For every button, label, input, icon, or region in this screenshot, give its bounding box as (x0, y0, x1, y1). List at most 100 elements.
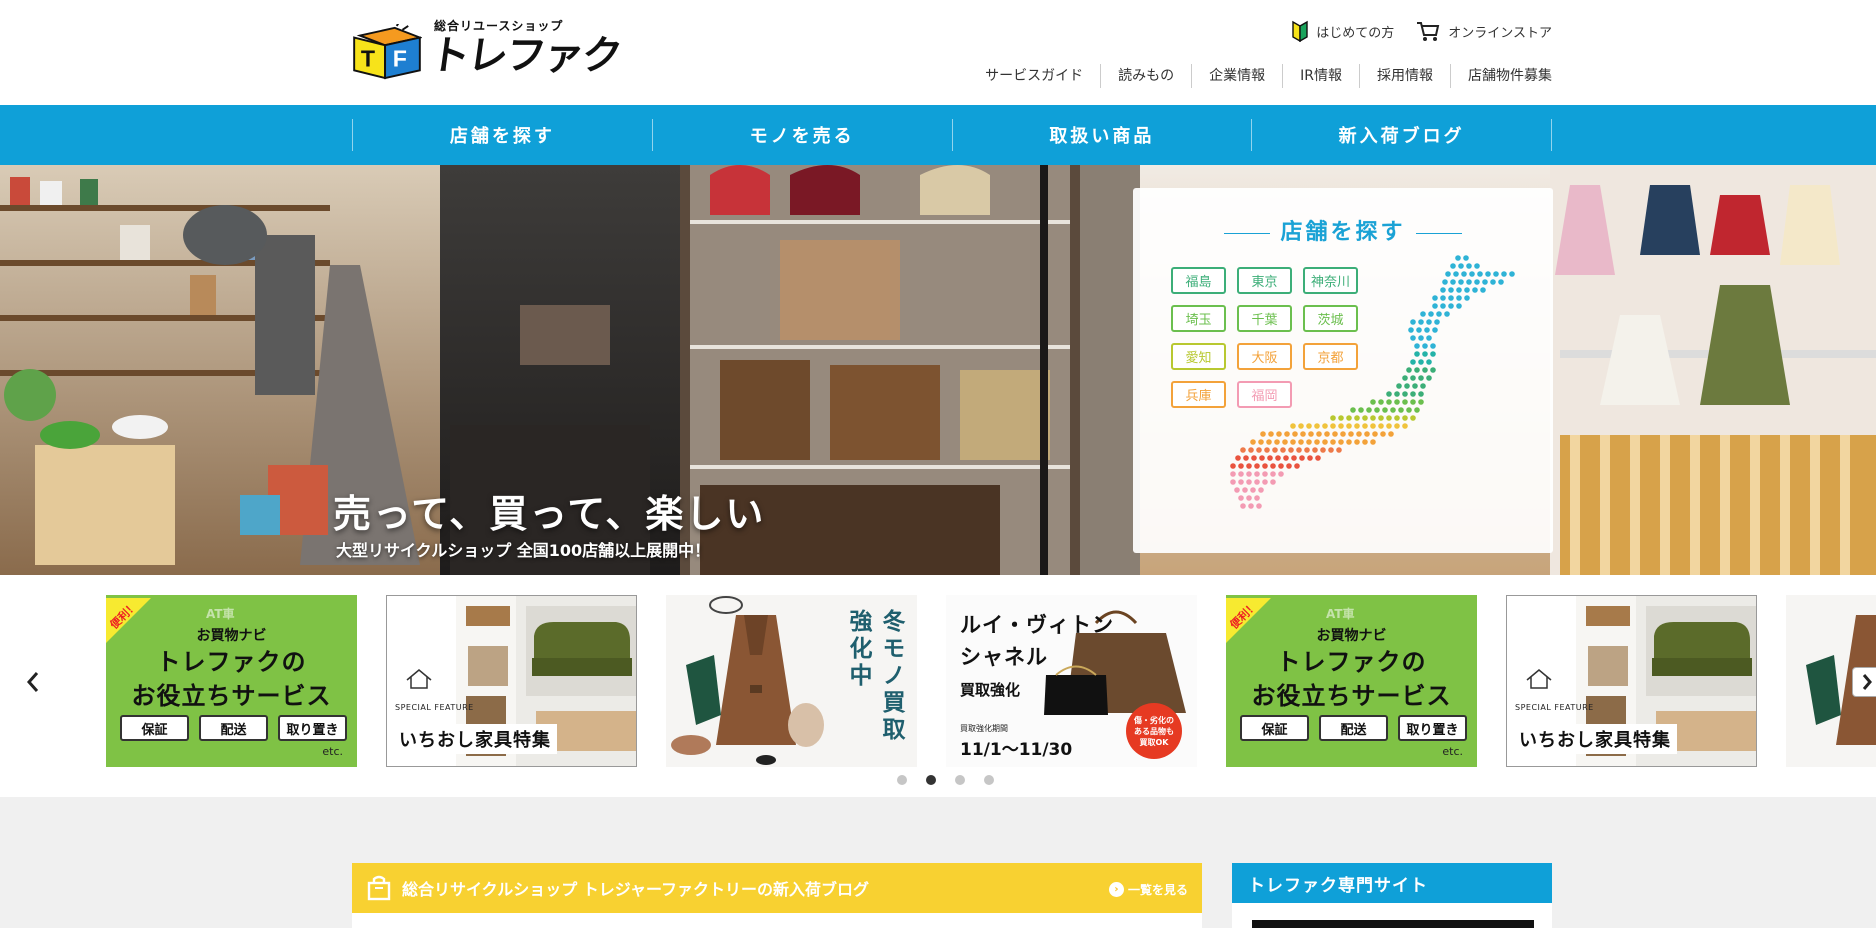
pagination-dot[interactable] (926, 775, 936, 785)
map-dot (1422, 367, 1428, 373)
slide-headline: いちおし家具特集 (393, 724, 557, 754)
map-dot (1386, 415, 1392, 421)
map-dot (1490, 279, 1496, 285)
map-dot (1330, 423, 1336, 429)
tag-hold: 取り置き (278, 715, 347, 741)
map-dot (1268, 431, 1274, 437)
brand-line-1: ルイ・ヴィトン (960, 613, 1114, 637)
map-dot (1458, 279, 1464, 285)
nav-store-property[interactable]: 店舗物件募集 (1450, 64, 1552, 88)
nav-recruit[interactable]: 採用情報 (1359, 64, 1450, 88)
site-logo[interactable]: T F 総合リユースショップ トレファク (350, 14, 623, 82)
carousel-next-button[interactable] (1852, 667, 1876, 697)
pagination-dot[interactable] (984, 775, 994, 785)
map-dot (1402, 391, 1408, 397)
pagination-dot[interactable] (897, 775, 907, 785)
map-dot (1328, 447, 1334, 453)
map-dot (1420, 383, 1426, 389)
map-dot (1464, 295, 1470, 301)
map-dot (1258, 439, 1264, 445)
map-dot (1469, 271, 1475, 277)
gnav-new-arrivals-blog[interactable]: 新入荷ブログ (1251, 119, 1552, 151)
map-dot (1316, 431, 1322, 437)
slide-winter-buyback[interactable]: 冬モノ買取 強化中 (666, 595, 917, 767)
map-dot (1450, 263, 1456, 269)
map-dot (1230, 479, 1236, 485)
gnav-find-store[interactable]: 店舗を探す (352, 119, 652, 151)
map-dot (1370, 415, 1376, 421)
map-dot (1378, 415, 1384, 421)
blog-view-all-link[interactable]: › 一覧を見る (1108, 881, 1188, 898)
beginner-link[interactable]: はじめての方 (1292, 20, 1394, 42)
map-dot (1356, 431, 1362, 437)
slide-furniture-feature[interactable]: SPECIAL FEATURE いちおし家具特集 (1506, 595, 1757, 767)
map-dot (1254, 495, 1260, 501)
winter-text-main: 冬モノ買取 (878, 609, 904, 744)
store-finder-panel: 店舗を探す 福島 東京 神奈川 埼玉 千葉 茨城 愛知 大阪 京都 兵庫 福岡 (1133, 188, 1553, 553)
hero-title: 売って、買って、楽しい (333, 492, 766, 536)
map-dot (1410, 399, 1416, 405)
map-dot (1270, 471, 1276, 477)
slide-service-guide[interactable]: AT車 便利！ お買物ナビ トレファクの お役立ちサービス 保証 配送 取り置き… (1226, 595, 1477, 767)
map-dot (1406, 407, 1412, 413)
service-tags: 保証 配送 取り置き (1240, 715, 1467, 741)
map-dot (1402, 399, 1408, 405)
online-store-link[interactable]: オンラインストア (1416, 20, 1552, 42)
map-dot (1307, 455, 1313, 461)
specialty-site-banner[interactable] (1252, 920, 1534, 928)
map-dot (1402, 375, 1408, 381)
map-dot (1246, 495, 1252, 501)
map-dot (1370, 423, 1376, 429)
slide-furniture-feature[interactable]: SPECIAL FEATURE いちおし家具特集 (386, 595, 637, 767)
map-dot (1300, 431, 1306, 437)
map-dot (1254, 479, 1260, 485)
online-store-link-label: オンラインストア (1448, 25, 1552, 41)
nav-service-guide[interactable]: サービスガイド (968, 64, 1100, 88)
carousel-prev-button[interactable] (18, 667, 48, 697)
map-dot (1276, 431, 1282, 437)
map-dot (1290, 423, 1296, 429)
slide-brand-buyback[interactable]: ルイ・ヴィトン シャネル 買取強化 買取強化期間 11/1〜11/30 傷・劣化… (946, 595, 1197, 767)
map-dot (1278, 471, 1284, 477)
map-dot (1394, 415, 1400, 421)
utility-nav: サービスガイド 読みもの 企業情報 IR情報 採用情報 店舗物件募集 (968, 64, 1552, 88)
map-dot (1418, 391, 1424, 397)
map-dot (1256, 447, 1262, 453)
slide-eyebrow: お買物ナビ (196, 628, 267, 644)
map-dot (1418, 359, 1424, 365)
map-dot (1474, 263, 1480, 269)
map-dot (1354, 439, 1360, 445)
slide-headline-line1: トレファクの (1276, 648, 1427, 676)
map-dot (1275, 455, 1281, 461)
nav-company-info[interactable]: 企業情報 (1191, 64, 1282, 88)
slide-headline-line2: お役立ちサービス (1251, 682, 1452, 710)
map-dot (1346, 439, 1352, 445)
map-dot (1414, 343, 1420, 349)
map-dot (1299, 455, 1305, 461)
map-dot (1388, 431, 1394, 437)
slide-subhead: 買取強化 (960, 681, 1021, 699)
map-dot (1430, 343, 1436, 349)
map-dot (1456, 303, 1462, 309)
map-dot (1290, 439, 1296, 445)
map-dot (1262, 463, 1268, 469)
gnav-products[interactable]: 取扱い商品 (951, 119, 1252, 151)
top-links: はじめての方 オンラインストア (1292, 20, 1552, 42)
map-dot (1412, 383, 1418, 389)
map-dot (1444, 311, 1450, 317)
slide-service-guide[interactable]: AT車 便利！ お買物ナビ トレファクの お役立ちサービス 保証 配送 取り置き… (106, 595, 357, 767)
global-nav: 店舗を探す モノを売る 取扱い商品 新入荷ブログ (0, 105, 1876, 165)
gnav-sell[interactable]: モノを売る (651, 119, 952, 151)
map-dot (1336, 447, 1342, 453)
map-dot (1410, 335, 1416, 341)
hero-banner: 売って、買って、楽しい 大型リサイクルショップ 全国100店舗以上展開中！ 店舗… (0, 165, 1876, 575)
map-dot (1330, 415, 1336, 421)
map-dot (1286, 463, 1292, 469)
map-dot (1292, 431, 1298, 437)
nav-ir-info[interactable]: IR情報 (1282, 64, 1359, 88)
nav-reading[interactable]: 読みもの (1100, 64, 1191, 88)
map-dot (1364, 431, 1370, 437)
slide-eyebrow: お買物ナビ (1316, 628, 1387, 644)
pagination-dot[interactable] (955, 775, 965, 785)
map-dot (1394, 391, 1400, 397)
